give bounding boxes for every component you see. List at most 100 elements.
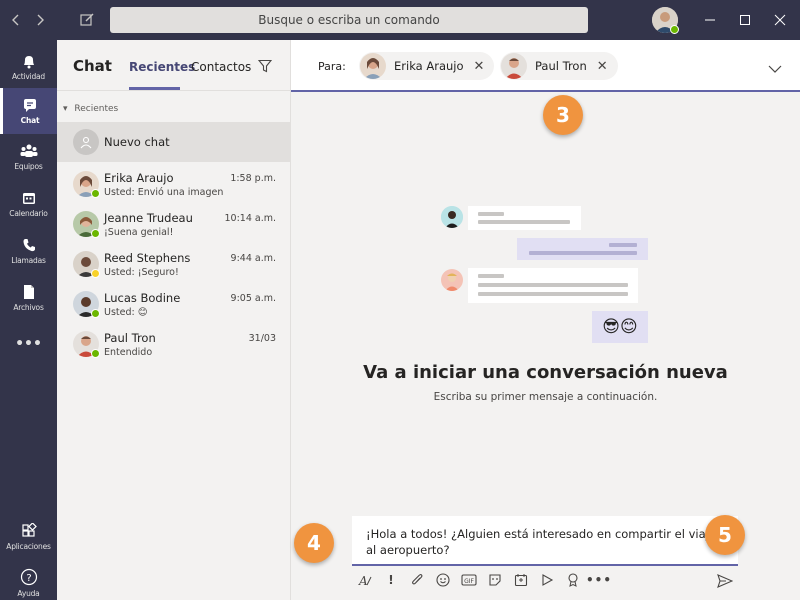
- message-text: ¡Hola a todos! ¿Alguien está interesado …: [366, 527, 716, 557]
- chat-list-title: Chat: [73, 57, 112, 75]
- search-placeholder: Busque o escriba un comando: [258, 13, 440, 27]
- more-icon: •••: [15, 336, 42, 352]
- presence-available-icon: [91, 189, 100, 198]
- recipient-pill-paul[interactable]: Paul Tron ✕: [500, 52, 618, 80]
- apps-icon: [21, 523, 37, 537]
- calendar-icon: [22, 193, 35, 204]
- to-label: Para:: [318, 60, 346, 73]
- chat-row-erika[interactable]: Erika Araujo Usted: Envió una imagen 1:5…: [57, 165, 290, 205]
- rail-item-llamadas[interactable]: Llamadas: [0, 228, 57, 274]
- illustration-bubble-me: [517, 238, 648, 260]
- chat-row-reed[interactable]: Reed Stephens Usted: ¡Seguro! 9:44 a.m.: [57, 245, 290, 285]
- rail-label: Calendario: [9, 209, 48, 218]
- section-label: Recientes: [74, 104, 119, 114]
- chat-name: Paul Tron: [104, 331, 156, 345]
- chat-list-pane: Chat Recientes Contactos ▾ Recientes Nue…: [57, 40, 291, 600]
- format-icon[interactable]: A: [352, 568, 378, 592]
- recipient-pill-erika[interactable]: Erika Araujo ✕: [359, 52, 495, 80]
- remove-recipient-icon[interactable]: ✕: [474, 59, 485, 74]
- sticker-icon[interactable]: [482, 568, 508, 592]
- send-icon[interactable]: [715, 571, 735, 591]
- chat-row-jeanne[interactable]: Jeanne Trudeau ¡Suena genial! 10:14 a.m.: [57, 205, 290, 245]
- callout-4: 4: [294, 523, 334, 563]
- rail-item-archivos[interactable]: Archivos: [0, 275, 57, 321]
- more-options-icon[interactable]: •••: [586, 568, 612, 592]
- rail-label: Actividad: [12, 72, 45, 81]
- rail-label: Equipos: [14, 162, 43, 171]
- svg-text:GIF: GIF: [464, 578, 474, 585]
- rail-item-ayuda[interactable]: ? Ayuda: [0, 560, 57, 600]
- chat-preview: Usted: 😊: [104, 307, 148, 318]
- chat-row-lucas[interactable]: Lucas Bodine Usted: 😊 9:05 a.m.: [57, 285, 290, 325]
- rail-item-aplicaciones[interactable]: Aplicaciones: [0, 514, 57, 560]
- empty-state-subtitle: Escriba su primer mensaje a continuación…: [433, 391, 658, 403]
- chat-time: 9:44 a.m.: [230, 253, 276, 264]
- avatar: [360, 53, 386, 79]
- praise-icon[interactable]: [560, 568, 586, 592]
- compose-new-icon[interactable]: [77, 10, 97, 30]
- title-bar: Busque o escriba un comando: [0, 0, 800, 40]
- chat-name: Reed Stephens: [104, 251, 191, 265]
- maximize-icon[interactable]: [735, 10, 755, 30]
- avatar: [501, 53, 527, 79]
- remove-recipient-icon[interactable]: ✕: [597, 59, 608, 74]
- gif-icon[interactable]: GIF: [456, 568, 482, 592]
- illustration-bubble: [468, 268, 638, 303]
- stream-icon[interactable]: [534, 568, 560, 592]
- rail-item-chat[interactable]: Chat: [0, 88, 57, 134]
- illustration-bubble: [468, 206, 581, 230]
- chat-preview: Usted: Envió una imagen: [104, 187, 224, 198]
- close-icon[interactable]: [770, 10, 790, 30]
- rail-item-calendario[interactable]: Calendario: [0, 181, 57, 227]
- recipient-name: Erika Araujo: [394, 59, 464, 73]
- chevron-down-icon[interactable]: [768, 58, 782, 77]
- chat-preview: Entendido: [104, 347, 153, 358]
- illustration-avatar: [441, 269, 463, 291]
- callout-number: 3: [556, 103, 570, 127]
- new-chat-avatar: [73, 129, 99, 155]
- rail-item-actividad[interactable]: Actividad: [0, 44, 57, 90]
- chat-time: 1:58 p.m.: [230, 173, 276, 184]
- illustration-emoji-bubble: 😎😊: [592, 311, 648, 343]
- chat-time: 10:14 a.m.: [224, 213, 276, 224]
- chat-name: Jeanne Trudeau: [104, 211, 193, 225]
- chat-list-header: Chat Recientes Contactos: [57, 40, 291, 91]
- callout-number: 5: [718, 523, 732, 547]
- presence-available-icon: [670, 25, 679, 34]
- chat-row-paul[interactable]: Paul Tron Entendido 31/03: [57, 325, 290, 365]
- search-input[interactable]: Busque o escriba un comando: [110, 7, 588, 33]
- conversation-pane: Para: Erika Araujo ✕ Paul Tron ✕ 3 😎😊 Va…: [291, 40, 800, 600]
- section-recientes[interactable]: ▾ Recientes: [63, 104, 118, 114]
- message-input[interactable]: ¡Hola a todos! ¿Alguien está interesado …: [352, 516, 738, 566]
- back-icon[interactable]: [6, 10, 26, 30]
- meeting-icon[interactable]: [508, 568, 534, 592]
- presence-away-icon: [91, 269, 100, 278]
- chat-preview: ¡Suena genial!: [104, 227, 174, 238]
- rail-item-equipos[interactable]: Equipos: [0, 134, 57, 180]
- filter-icon[interactable]: [257, 58, 273, 77]
- forward-icon[interactable]: [30, 10, 50, 30]
- tab-contactos[interactable]: Contactos: [191, 60, 251, 74]
- presence-available-icon: [91, 229, 100, 238]
- chat-name: Erika Araujo: [104, 171, 174, 185]
- rail-label: Aplicaciones: [6, 542, 51, 551]
- presence-available-icon: [91, 309, 100, 318]
- caret-down-icon: ▾: [63, 104, 68, 114]
- active-tab-indicator: [129, 87, 180, 90]
- chat-preview: Usted: ¡Seguro!: [104, 267, 179, 278]
- teams-window: Busque o escriba un comando Actividad Ch…: [0, 0, 800, 600]
- callout-3: 3: [543, 95, 583, 135]
- emoji-icon[interactable]: [430, 568, 456, 592]
- minimize-icon[interactable]: [700, 10, 720, 30]
- presence-available-icon: [91, 349, 100, 358]
- tab-recientes[interactable]: Recientes: [129, 60, 195, 74]
- important-icon[interactable]: !: [378, 568, 404, 592]
- empty-state-title: Va a iniciar una conversación nueva: [363, 362, 728, 383]
- chat-time: 31/03: [248, 333, 276, 344]
- chat-name: Lucas Bodine: [104, 291, 181, 305]
- svg-text:?: ?: [26, 573, 31, 584]
- attach-icon[interactable]: [404, 568, 430, 592]
- new-chat-row[interactable]: Nuevo chat: [57, 122, 290, 162]
- more-apps-button[interactable]: •••: [0, 321, 57, 367]
- chat-time: 9:05 a.m.: [230, 293, 276, 304]
